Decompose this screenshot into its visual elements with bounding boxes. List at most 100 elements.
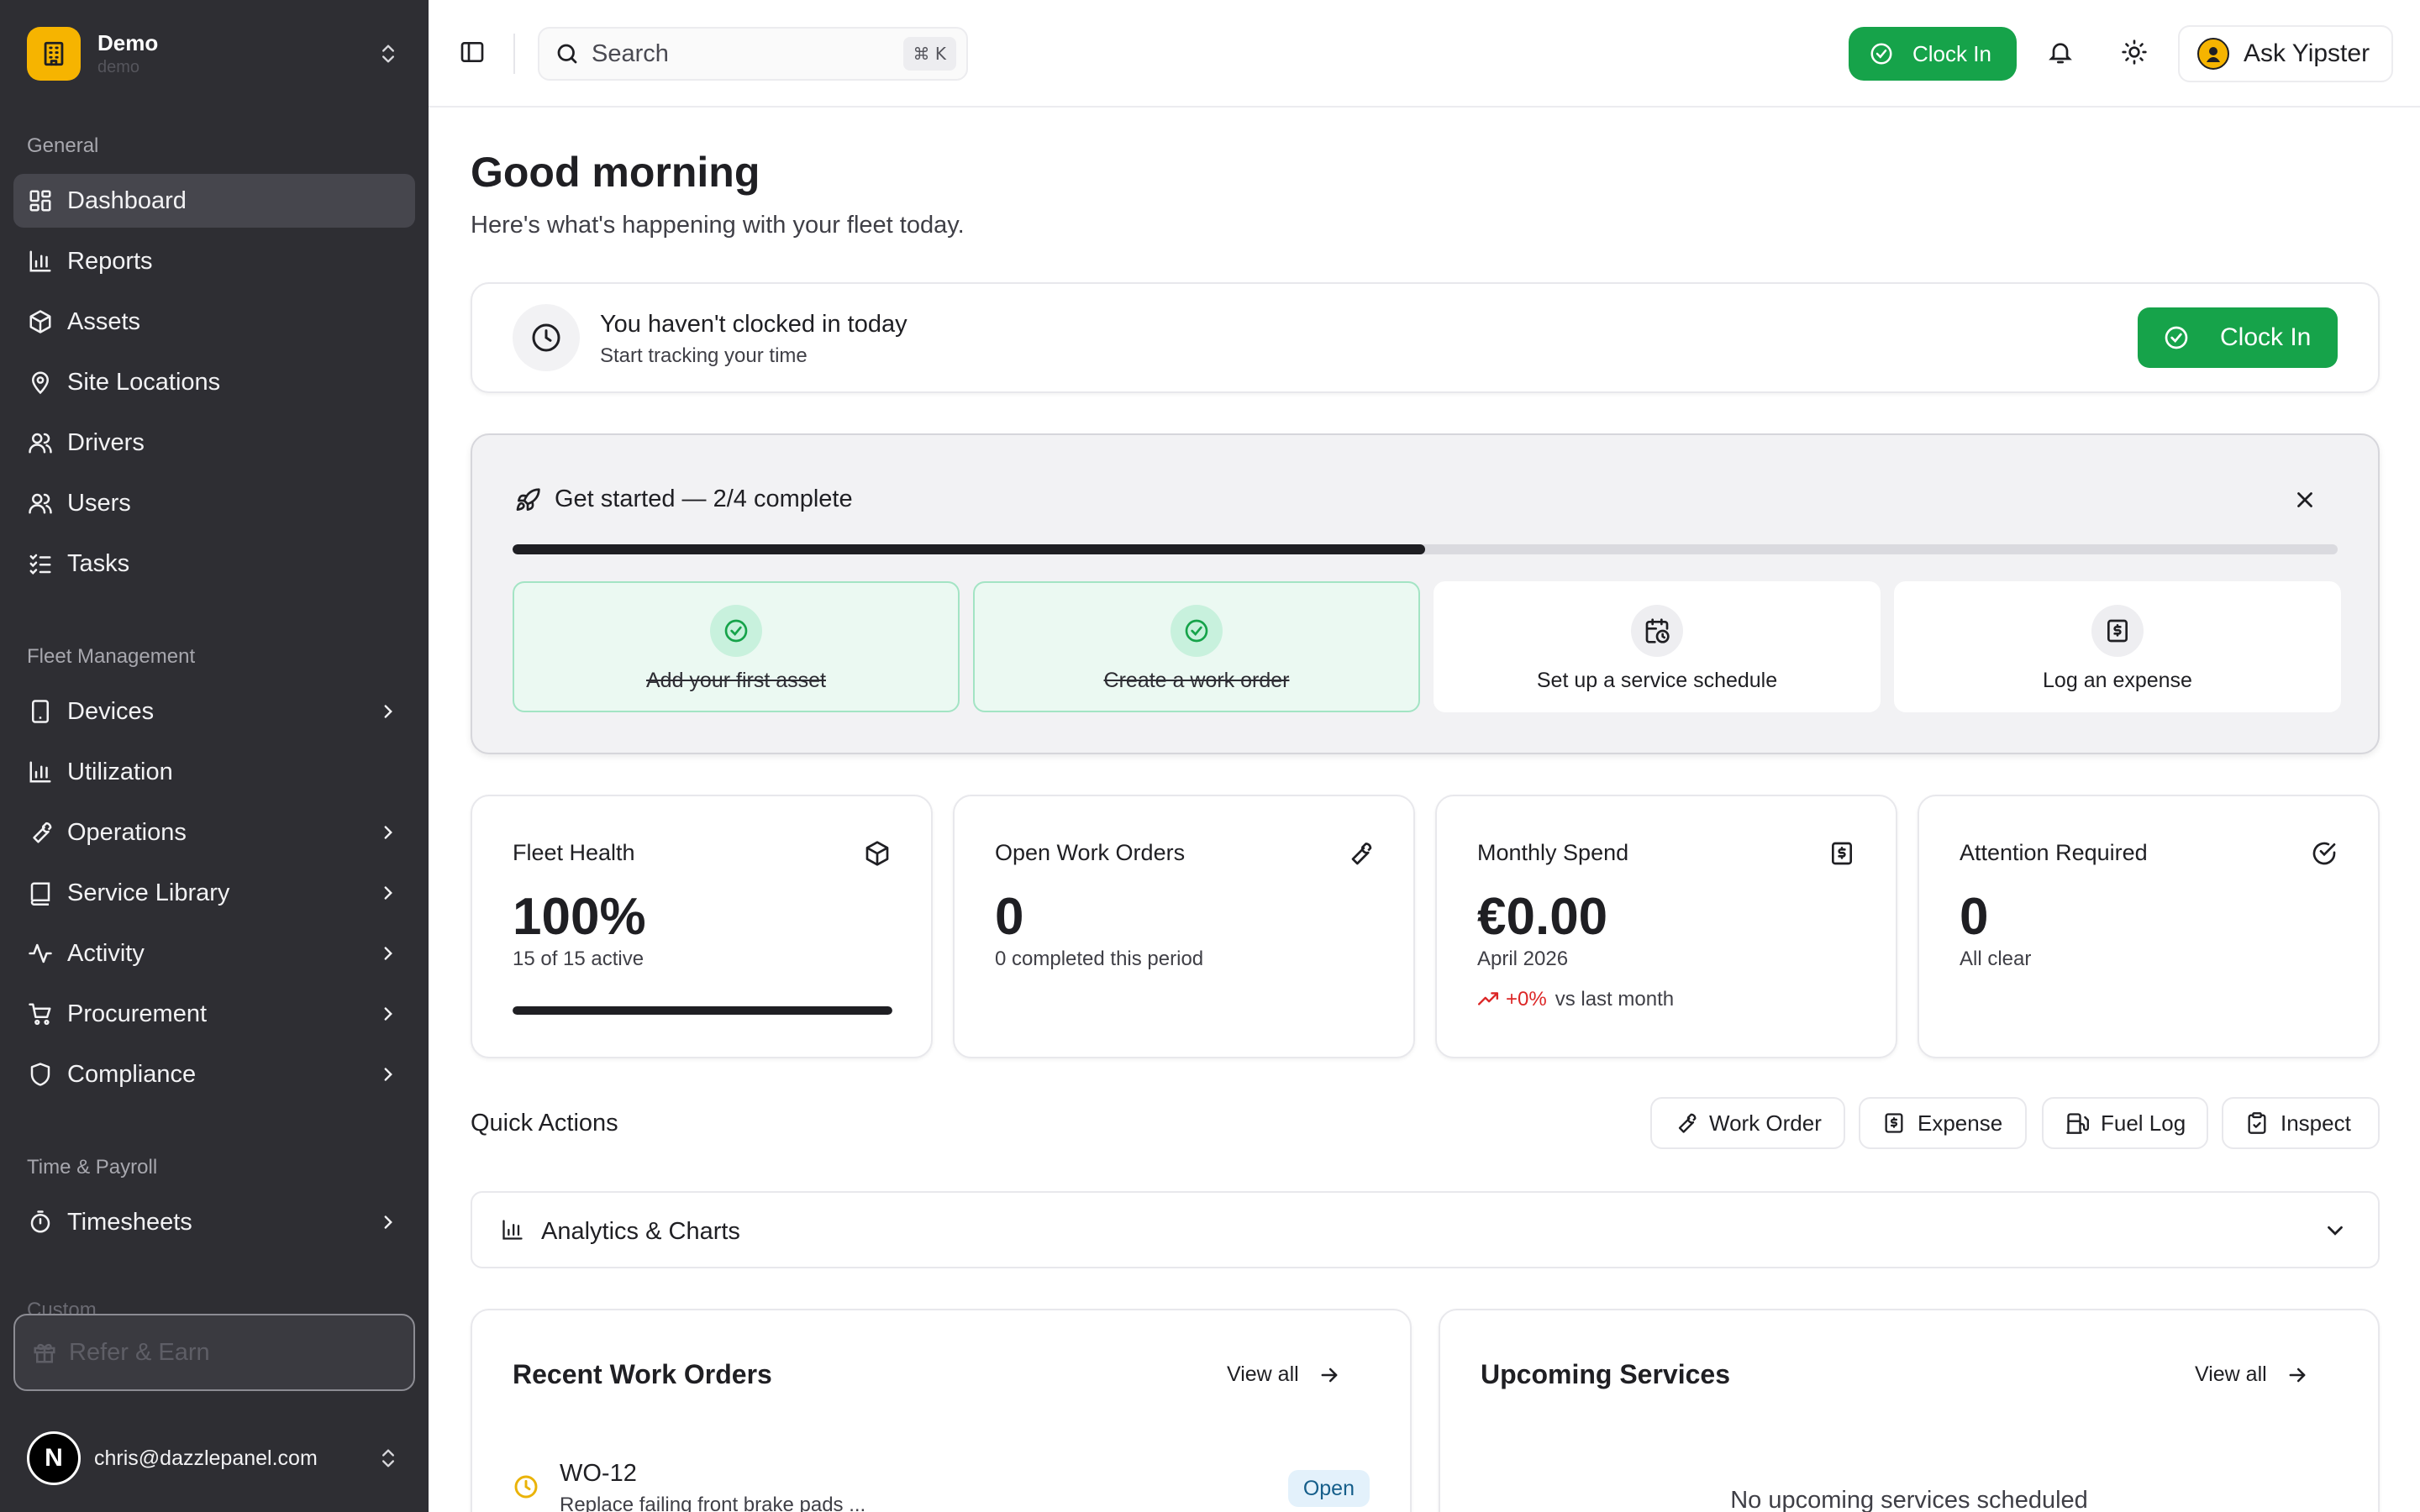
stat-subtext: 15 of 15 active bbox=[513, 948, 644, 970]
avatar: N bbox=[27, 1431, 81, 1485]
get-started-title: Get started — 2/4 complete bbox=[555, 486, 853, 512]
sidebar-item-label: Site Locations bbox=[67, 368, 221, 396]
check-circle-icon bbox=[710, 605, 762, 657]
clock-in-card-label: Clock In bbox=[2220, 323, 2312, 351]
chevron-down-icon bbox=[2323, 1218, 2349, 1245]
chevron-right-icon bbox=[375, 940, 402, 967]
org-name: Demo bbox=[97, 30, 159, 55]
sidebar-item-operations[interactable]: Operations bbox=[13, 806, 415, 859]
sidebar-item-assets[interactable]: Assets bbox=[13, 295, 415, 349]
box-icon bbox=[27, 308, 54, 335]
sun-icon[interactable] bbox=[2121, 39, 2151, 69]
view-all-services-link[interactable]: View all bbox=[2195, 1362, 2309, 1387]
quick-action-expense[interactable]: Expense bbox=[1859, 1097, 2027, 1149]
sidebar-item-service-library[interactable]: Service Library bbox=[13, 866, 415, 920]
step-log-expense[interactable]: Log an expense bbox=[1894, 581, 2341, 712]
section-label-general: General bbox=[27, 134, 99, 157]
analytics-accordion[interactable]: Analytics & Charts bbox=[471, 1191, 2380, 1268]
ask-yipster-button[interactable]: Ask Yipster bbox=[2178, 25, 2393, 82]
trend-percent: +0% bbox=[1506, 988, 1547, 1011]
dashboard-icon bbox=[27, 187, 54, 214]
sidebar-item-activity[interactable]: Activity bbox=[13, 927, 415, 980]
check-circle-icon bbox=[2163, 324, 2190, 351]
step-create-work-order[interactable]: Create a work order bbox=[973, 581, 1420, 712]
chevrons-up-down-icon bbox=[373, 39, 403, 69]
rocket-icon bbox=[514, 487, 543, 516]
quick-action-label: Work Order bbox=[1709, 1110, 1822, 1136]
chevron-right-icon bbox=[375, 1209, 402, 1236]
clock-in-card-button[interactable]: Clock In bbox=[2138, 307, 2338, 368]
sidebar-item-compliance[interactable]: Compliance bbox=[13, 1047, 415, 1101]
status-badge: Open bbox=[1287, 1470, 1370, 1507]
sidebar-toggle-icon[interactable] bbox=[459, 39, 489, 69]
quick-action-fuel-log[interactable]: Fuel Log bbox=[2042, 1097, 2208, 1149]
map-pin-icon bbox=[27, 369, 54, 396]
refer-and-earn-label: Refer & Earn bbox=[69, 1338, 210, 1366]
clock-in-label: Clock In bbox=[1912, 40, 1991, 66]
sidebar-item-label: Drivers bbox=[67, 428, 145, 456]
sidebar-item-devices[interactable]: Devices bbox=[13, 685, 415, 738]
divider bbox=[513, 34, 515, 74]
bar-chart-icon bbox=[27, 248, 54, 275]
quick-action-inspect[interactable]: Inspect bbox=[2222, 1097, 2380, 1149]
bar-chart-icon bbox=[27, 759, 54, 785]
chevron-right-icon bbox=[375, 819, 402, 846]
view-all-work-orders-link[interactable]: View all bbox=[1227, 1362, 1341, 1387]
cart-icon bbox=[27, 1000, 54, 1027]
clock-in-card: You haven't clocked in today Start track… bbox=[471, 282, 2380, 393]
sidebar-item-tasks[interactable]: Tasks bbox=[13, 537, 415, 591]
sidebar-item-dashboard[interactable]: Dashboard bbox=[13, 174, 415, 228]
stat-card-monthly-spend: Monthly Spend €0.00 April 2026 +0% vs la… bbox=[1435, 795, 1897, 1058]
sidebar-item-drivers[interactable]: Drivers bbox=[13, 416, 415, 470]
chevron-right-icon bbox=[375, 1061, 402, 1088]
stat-title: Fleet Health bbox=[513, 840, 635, 865]
wrench-icon bbox=[1674, 1111, 1697, 1135]
org-slug: demo bbox=[97, 58, 140, 76]
recent-work-orders-card: Recent Work Orders View all WO-12 Replac… bbox=[471, 1309, 1412, 1512]
close-icon[interactable] bbox=[2292, 487, 2321, 516]
step-service-schedule[interactable]: Set up a service schedule bbox=[1434, 581, 1881, 712]
view-all-label: View all bbox=[1227, 1362, 1299, 1386]
search-shortcut: ⌘ K bbox=[902, 37, 956, 71]
sidebar-item-label: Assets bbox=[67, 307, 141, 335]
sidebar-item-timesheets[interactable]: Timesheets bbox=[13, 1195, 415, 1249]
work-order-id[interactable]: WO-12 bbox=[560, 1460, 637, 1488]
refer-and-earn-button[interactable]: Refer & Earn bbox=[13, 1314, 415, 1391]
trending-up-icon bbox=[1477, 989, 1499, 1011]
stat-value: 100% bbox=[513, 888, 646, 946]
gift-icon bbox=[32, 1340, 57, 1365]
stat-value: 0 bbox=[995, 888, 1024, 946]
get-started-panel: Get started — 2/4 complete Add your firs… bbox=[471, 433, 2380, 754]
bar-chart-icon bbox=[501, 1218, 528, 1245]
step-label: Add your first asset bbox=[646, 669, 826, 692]
chevron-right-icon bbox=[375, 879, 402, 906]
step-add-first-asset[interactable]: Add your first asset bbox=[513, 581, 960, 712]
tablet-icon bbox=[27, 698, 54, 725]
wrench-icon bbox=[1346, 840, 1373, 867]
sidebar-item-label: Devices bbox=[67, 697, 155, 725]
sidebar-item-utilization[interactable]: Utilization bbox=[13, 745, 415, 799]
sidebar-item-users[interactable]: Users bbox=[13, 476, 415, 530]
quick-action-label: Expense bbox=[1918, 1110, 2003, 1136]
search-icon bbox=[555, 41, 580, 66]
sidebar-item-label: Dashboard bbox=[67, 186, 187, 214]
search-input[interactable]: Search ⌘ K bbox=[538, 27, 968, 81]
activity-icon bbox=[27, 940, 54, 967]
sidebar-item-reports[interactable]: Reports bbox=[13, 234, 415, 288]
receipt-icon bbox=[2091, 605, 2144, 657]
sidebar-item-procurement[interactable]: Procurement bbox=[13, 987, 415, 1041]
check-circle-icon bbox=[2311, 840, 2338, 867]
quick-action-label: Fuel Log bbox=[2101, 1110, 2186, 1136]
fleet-health-bar bbox=[513, 1006, 892, 1015]
clock-in-button[interactable]: Clock In bbox=[1849, 27, 2017, 81]
stat-card-open-work-orders: Open Work Orders 0 0 completed this peri… bbox=[953, 795, 1415, 1058]
users-icon bbox=[27, 429, 54, 456]
sidebar-item-site-locations[interactable]: Site Locations bbox=[13, 355, 415, 409]
org-switcher[interactable]: Demo demo bbox=[27, 27, 403, 81]
quick-action-work-order[interactable]: Work Order bbox=[1650, 1097, 1845, 1149]
users-icon bbox=[27, 490, 54, 517]
stat-title: Open Work Orders bbox=[995, 840, 1186, 865]
user-menu[interactable]: N chris@dazzlepanel.com bbox=[27, 1428, 403, 1488]
bell-icon[interactable] bbox=[2047, 39, 2077, 69]
trend-text: vs last month bbox=[1555, 988, 1675, 1011]
